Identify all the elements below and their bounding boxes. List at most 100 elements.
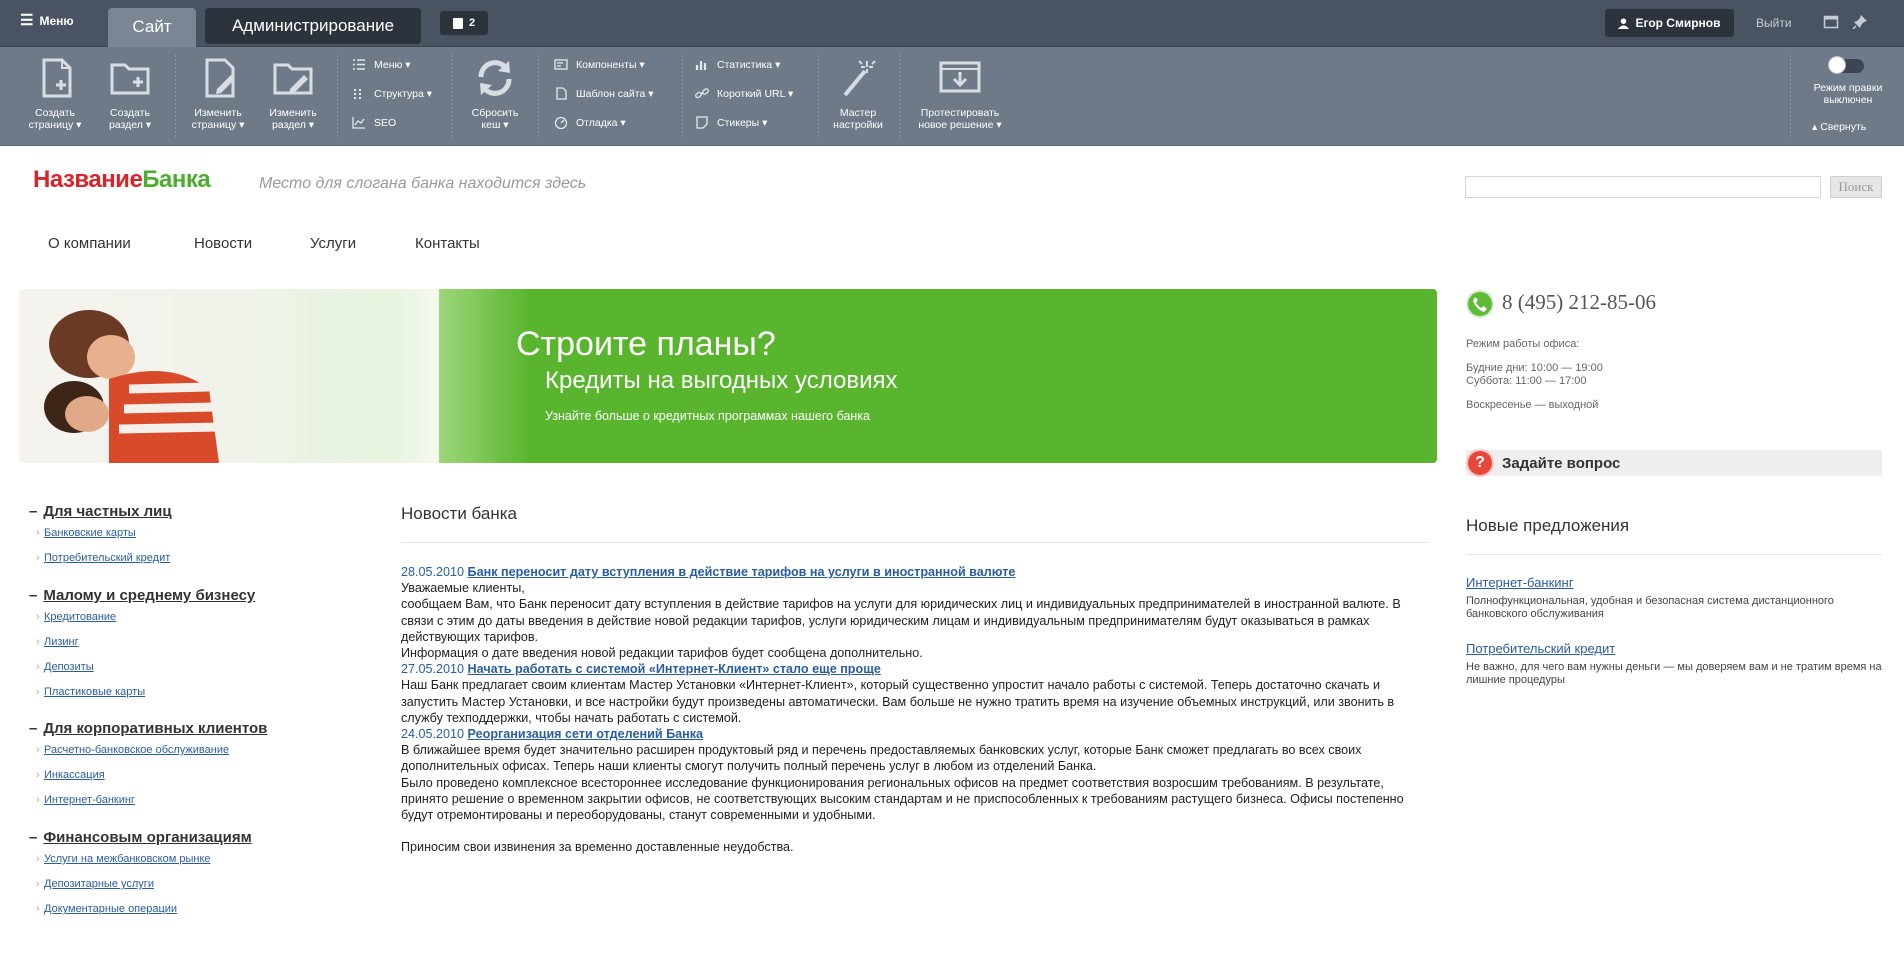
left-menu-item-label: Услуги на межбанковском рынке [44, 853, 211, 865]
create-page-label-1: Создать [35, 107, 75, 119]
ask-question-label: Задайте вопрос [1502, 455, 1621, 472]
debug-dropdown[interactable]: Отладка ▾ [554, 105, 653, 134]
create-page-label-2: страницу ▾ [28, 119, 82, 131]
structure-dropdown[interactable]: Структура ▾ [352, 76, 432, 105]
news-text: Наш Банк предлагает своим клиентам Масте… [401, 678, 1395, 725]
tab-administration[interactable]: Администрирование [205, 8, 421, 44]
news-text: сообщаем Вам, что Банк переносит дату вс… [401, 597, 1401, 644]
left-menu-item[interactable]: › Инкассация [36, 769, 105, 781]
edit-mode-toggle[interactable] [1828, 56, 1864, 74]
news-title-link[interactable]: Начать работать с системой «Интернет-Кли… [468, 662, 881, 676]
toolbar-divider [1790, 55, 1791, 137]
search-input[interactable] [1465, 176, 1821, 198]
left-menu-item[interactable]: › Депозитарные услуги [36, 878, 154, 890]
nav-item-services[interactable]: Услуги [310, 235, 356, 252]
left-menu-item[interactable]: › Услуги на межбанковском рынке [36, 853, 211, 865]
left-menu-item-label: Лизинг [44, 636, 79, 648]
pin-icon[interactable] [1852, 14, 1868, 30]
bank-logo[interactable]: НазваниеБанка [33, 166, 211, 194]
site-template-label: Шаблон сайта ▾ [576, 87, 654, 100]
clear-cache-label-2: кеш ▾ [481, 119, 509, 131]
news-list: 28.05.2010 Банк переносит дату вступлени… [401, 564, 1431, 855]
left-menu-section-sme[interactable]: – Малому и среднему бизнесу [29, 587, 255, 604]
edit-page-label-1: Изменить [194, 107, 242, 119]
menu-dropdown-label: Меню ▾ [374, 58, 411, 71]
debug-label: Отладка ▾ [576, 116, 626, 129]
toolbar-divider [818, 55, 819, 137]
components-icon [554, 59, 568, 70]
left-menu-item[interactable]: › Банковские карты [36, 527, 136, 539]
news-title-link[interactable]: Банк переносит дату вступления в действи… [468, 565, 1016, 579]
left-menu-item[interactable]: › Интернет-банкинг [36, 794, 135, 806]
create-section-label-1: Создать [110, 107, 150, 119]
edit-page-button[interactable]: Изменить страницу ▾ [183, 47, 253, 131]
statistics-dropdown[interactable]: Статистика ▾ [695, 47, 793, 76]
seo-button[interactable]: SEO [352, 105, 432, 134]
clear-cache-button[interactable]: Сбросить кеш ▾ [460, 47, 530, 131]
left-menu-section-financial-label: Финансовым организациям [43, 829, 252, 846]
magic-wand-icon [843, 60, 876, 97]
news-date: 27.05.2010 [401, 662, 465, 677]
notification-icon [452, 17, 463, 29]
user-button[interactable]: Егор Смирнов [1605, 9, 1734, 37]
stickers-dropdown[interactable]: Стикеры ▾ [695, 105, 793, 134]
toolbar-divider [682, 55, 683, 137]
news-item: 27.05.2010 Начать работать с системой «И… [401, 661, 1431, 726]
left-menu-item[interactable]: › Пластиковые карты [36, 686, 145, 698]
collapse-button[interactable]: ▴ Свернуть [1812, 121, 1866, 133]
link-icon [695, 88, 709, 99]
offers-divider [1466, 554, 1882, 555]
left-menu-item-label: Кредитование [44, 611, 117, 623]
phone-number: 8 (495) 212-85-06 [1502, 290, 1656, 314]
news-apology: Приносим свои извинения за временно дост… [401, 840, 794, 855]
news-date: 24.05.2010 [401, 727, 465, 742]
folder-edit-icon [273, 63, 313, 95]
tab-site[interactable]: Сайт [108, 8, 196, 48]
left-menu-section-financial[interactable]: – Финансовым организациям [29, 829, 252, 846]
create-section-button[interactable]: Создать раздел ▾ [95, 47, 165, 131]
left-menu-item[interactable]: › Документарные операции [36, 903, 177, 915]
left-menu-item[interactable]: › Потребительский кредит [36, 552, 170, 564]
nav-item-contacts[interactable]: Контакты [415, 235, 480, 252]
nav-item-news[interactable]: Новости [194, 235, 252, 252]
news-title: Новости банка [401, 504, 517, 523]
menu-dropdown[interactable]: Меню ▾ [352, 47, 432, 76]
left-menu-item[interactable]: › Лизинг [36, 636, 79, 648]
promo-banner[interactable]: Строите планы? Кредиты на выгодных услов… [19, 289, 1437, 463]
news-date: 28.05.2010 [401, 565, 465, 579]
logout-link[interactable]: Выйти [1756, 16, 1792, 30]
left-menu-item-label: Интернет-банкинг [44, 794, 135, 806]
news-title-link[interactable]: Реорганизация сети отделений Банка [468, 727, 704, 741]
toggle-knob [1828, 56, 1846, 74]
news-item: 24.05.2010 Реорганизация сети отделений … [401, 726, 1431, 823]
left-menu-item-label: Расчетно-банковское обслуживание [44, 744, 230, 756]
banner-title: Строите планы? [516, 325, 776, 363]
menu-button[interactable]: ☰ Меню [20, 13, 74, 28]
left-menu-item[interactable]: › Кредитование [36, 611, 117, 623]
left-menu-item[interactable]: › Депозиты [36, 661, 94, 673]
site-template-dropdown[interactable]: Шаблон сайта ▾ [554, 76, 653, 105]
test-solution-button[interactable]: Протестировать новое решение ▾ [910, 47, 1010, 131]
ask-question-button[interactable]: ? Задайте вопрос [1466, 449, 1882, 477]
components-dropdown[interactable]: Компоненты ▾ [554, 47, 653, 76]
left-menu-section-private[interactable]: – Для частных лиц [29, 503, 172, 520]
window-icon[interactable] [1823, 14, 1839, 30]
slogan: Место для слогана банка находится здесь [259, 175, 587, 192]
notifications-button[interactable]: 2 [440, 11, 488, 35]
short-url-dropdown[interactable]: Короткий URL ▾ [695, 76, 793, 105]
bar-chart-icon [695, 61, 707, 70]
create-page-button[interactable]: Создать страницу ▾ [20, 47, 90, 131]
toolbar-column-statistics: Статистика ▾ Короткий URL ▾ Стикеры ▾ [695, 47, 793, 134]
nav-item-about[interactable]: О компании [48, 235, 131, 252]
wizard-button[interactable]: Мастер настройки [823, 47, 893, 131]
edit-section-button[interactable]: Изменить раздел ▾ [258, 47, 328, 131]
left-menu-section-corporate[interactable]: – Для корпоративных клиентов [29, 720, 267, 737]
offer-link-consumer-credit[interactable]: Потребительский кредит [1466, 641, 1615, 656]
short-url-label: Короткий URL ▾ [717, 87, 794, 100]
toolbar-divider [899, 55, 900, 137]
left-menu-item[interactable]: › Расчетно-банковское обслуживание [36, 744, 230, 756]
logo-part-2: Банка [142, 166, 211, 193]
offer-link-internet-banking[interactable]: Интернет-банкинг [1466, 575, 1573, 590]
gauge-icon [554, 116, 568, 129]
search-button[interactable]: Поиск [1830, 176, 1882, 198]
